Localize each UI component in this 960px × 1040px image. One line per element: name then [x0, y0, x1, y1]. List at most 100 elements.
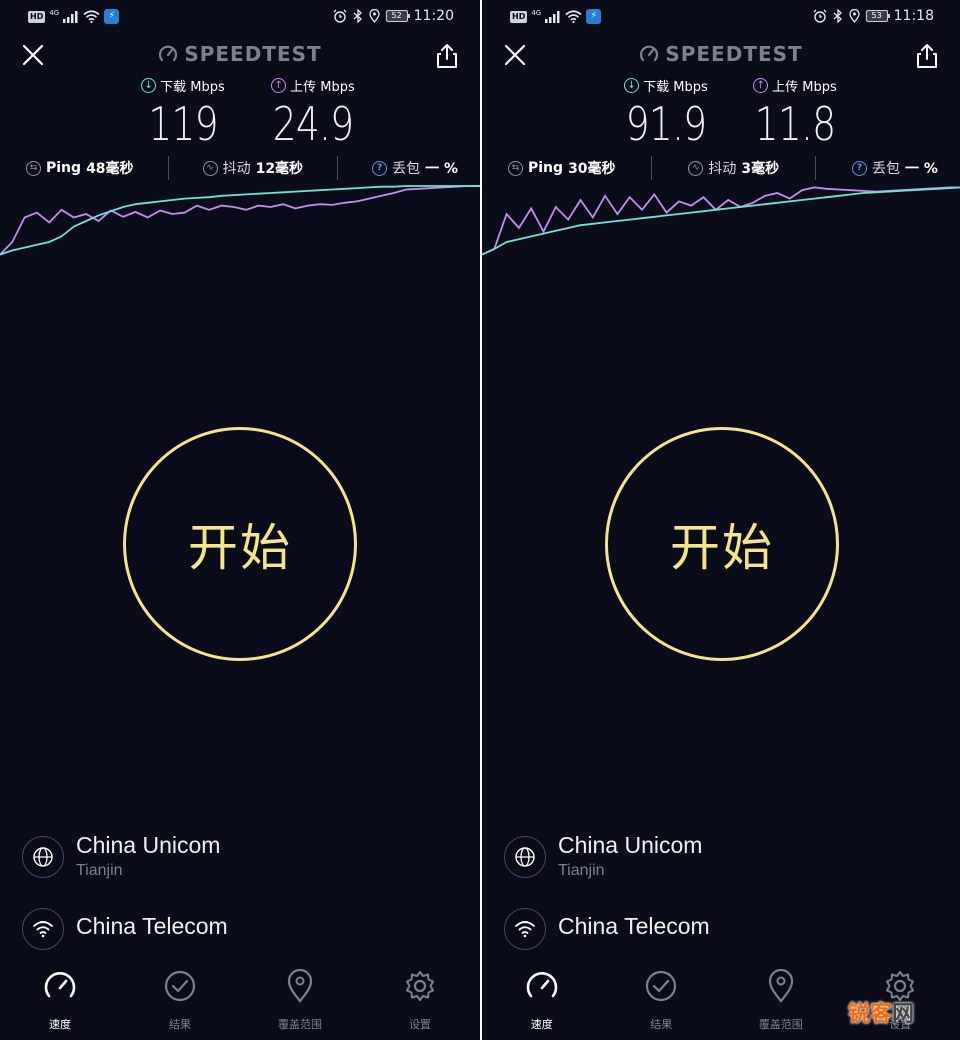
start-label: 开始	[188, 519, 292, 577]
isp-location: Tianjin	[558, 862, 605, 879]
ping-value: 48毫秒	[86, 161, 134, 177]
download-arrow-icon: ↓	[141, 78, 157, 93]
download-value: 119	[148, 97, 218, 151]
bluetooth-icon	[353, 9, 362, 23]
location-icon	[368, 9, 380, 23]
signal-icon	[63, 10, 78, 23]
start-button[interactable]: 开始	[605, 427, 839, 661]
isp-info[interactable]: China Unicom Tianjin	[504, 832, 940, 884]
upload-value: 11.8	[754, 97, 837, 151]
isp-location: Tianjin	[76, 862, 123, 879]
isp-name: China Unicom	[76, 832, 221, 858]
packet-loss-metric[interactable]: ? 丢包 一 %	[852, 158, 938, 178]
speed-gauge-icon	[42, 968, 78, 1004]
gauge-logo-icon	[640, 45, 659, 62]
wifi-server-icon	[22, 908, 64, 950]
upload-arrow-icon: ↑	[753, 78, 769, 93]
jitter-label: 抖动	[222, 161, 251, 177]
packet-loss-value: 一 %	[905, 161, 938, 177]
jitter-label: 抖动	[708, 161, 737, 177]
bluetooth-icon	[833, 9, 842, 23]
ping-icon: ⇆	[508, 160, 523, 176]
jitter-metric: ∿ 抖动 3毫秒	[688, 158, 779, 178]
server-info[interactable]: China Telecom	[504, 904, 940, 956]
nav-coverage[interactable]: 覆盖范围	[721, 968, 841, 1040]
map-pin-icon	[763, 968, 799, 1004]
help-icon[interactable]: ?	[372, 160, 388, 176]
upload-label: 上传 Mbps	[290, 80, 355, 95]
packet-loss-metric[interactable]: ? 丢包 一 %	[372, 158, 458, 178]
map-pin-icon	[282, 968, 318, 1004]
network-type: 4G	[531, 9, 542, 17]
packet-loss-label: 丢包	[392, 161, 421, 177]
download-result: ↓ 下载 Mbps 119	[123, 76, 243, 151]
speedtest-screen-left: HD 4G ⚡ 52 11:20 SPEEDTEST ↓ 下载 Mbps 119 …	[0, 0, 480, 1040]
wifi-icon	[565, 10, 582, 23]
alarm-icon	[333, 9, 347, 23]
speedtest-screen-right: HD 4G ⚡ 53 11:18 SPEEDTEST ↓ 下载 Mbps 91.9…	[482, 0, 960, 1040]
packet-loss-value: 一 %	[425, 161, 458, 177]
globe-icon	[22, 836, 64, 878]
nav-results[interactable]: 结果	[120, 968, 240, 1040]
divider	[651, 156, 653, 180]
speedtest-logo: SPEEDTEST	[0, 42, 480, 66]
ping-metric: ⇆ Ping 30毫秒	[508, 158, 616, 178]
download-arrow-icon: ↓	[624, 78, 640, 93]
nav-settings[interactable]: 设置	[360, 968, 480, 1040]
wifi-server-icon	[504, 908, 546, 950]
start-button[interactable]: 开始	[123, 427, 357, 661]
app-notification-icon: ⚡	[586, 9, 602, 24]
app-notification-icon: ⚡	[104, 9, 120, 24]
isp-name: China Unicom	[558, 832, 703, 858]
jitter-value: 12毫秒	[255, 161, 304, 177]
clock: 11:20	[413, 8, 454, 24]
check-circle-icon	[162, 968, 198, 1004]
ping-label: Ping	[528, 160, 564, 176]
nav-speed[interactable]: 速度	[482, 968, 602, 1040]
ping-label: Ping	[46, 160, 82, 176]
start-label: 开始	[670, 519, 774, 577]
speedtest-logo: SPEEDTEST	[482, 42, 960, 66]
divider	[815, 156, 817, 180]
share-icon[interactable]	[914, 42, 940, 70]
upload-label: 上传 Mbps	[772, 80, 837, 95]
help-icon[interactable]: ?	[852, 160, 868, 176]
hd-badge: HD	[28, 10, 46, 23]
metrics-row: ⇆ Ping 30毫秒 ∿ 抖动 3毫秒 ? 丢包 一 %	[508, 156, 938, 180]
ping-value: 30毫秒	[568, 161, 616, 177]
packet-loss-label: 丢包	[872, 161, 901, 177]
speed-gauge-icon	[524, 968, 560, 1004]
download-label: 下载 Mbps	[160, 80, 225, 95]
status-bar: HD 4G ⚡ 53 11:18	[482, 0, 960, 34]
nav-label: 设置	[409, 1018, 431, 1031]
download-graph-line	[482, 186, 960, 256]
ping-icon: ⇆	[26, 160, 41, 176]
jitter-value: 3毫秒	[741, 161, 780, 177]
upload-graph-line	[482, 186, 960, 256]
nav-label: 覆盖范围	[278, 1018, 322, 1031]
battery-indicator: 53	[865, 10, 890, 22]
watermark-logo: 锐客网	[847, 1002, 914, 1027]
share-icon[interactable]	[434, 42, 460, 70]
location-icon	[848, 9, 860, 23]
server-name: China Telecom	[76, 913, 228, 939]
nav-label: 覆盖范围	[758, 1018, 803, 1031]
nav-label: 结果	[650, 1018, 673, 1031]
isp-info[interactable]: China Unicom Tianjin	[22, 832, 460, 884]
signal-icon	[545, 10, 560, 23]
speed-graph	[482, 186, 960, 256]
ping-metric: ⇆ Ping 48毫秒	[26, 158, 134, 178]
download-graph-line	[0, 185, 480, 256]
globe-icon	[504, 836, 546, 878]
download-value: 91.9	[625, 97, 708, 151]
alarm-icon	[813, 9, 827, 23]
nav-results[interactable]: 结果	[602, 968, 722, 1040]
nav-coverage[interactable]: 覆盖范围	[240, 968, 360, 1040]
wifi-icon	[83, 10, 100, 23]
download-label: 下载 Mbps	[643, 80, 708, 95]
nav-speed[interactable]: 速度	[0, 968, 120, 1040]
download-result: ↓ 下载 Mbps 91.9	[606, 76, 726, 151]
server-info[interactable]: China Telecom	[22, 904, 460, 956]
server-name: China Telecom	[558, 913, 710, 939]
divider	[337, 156, 339, 180]
